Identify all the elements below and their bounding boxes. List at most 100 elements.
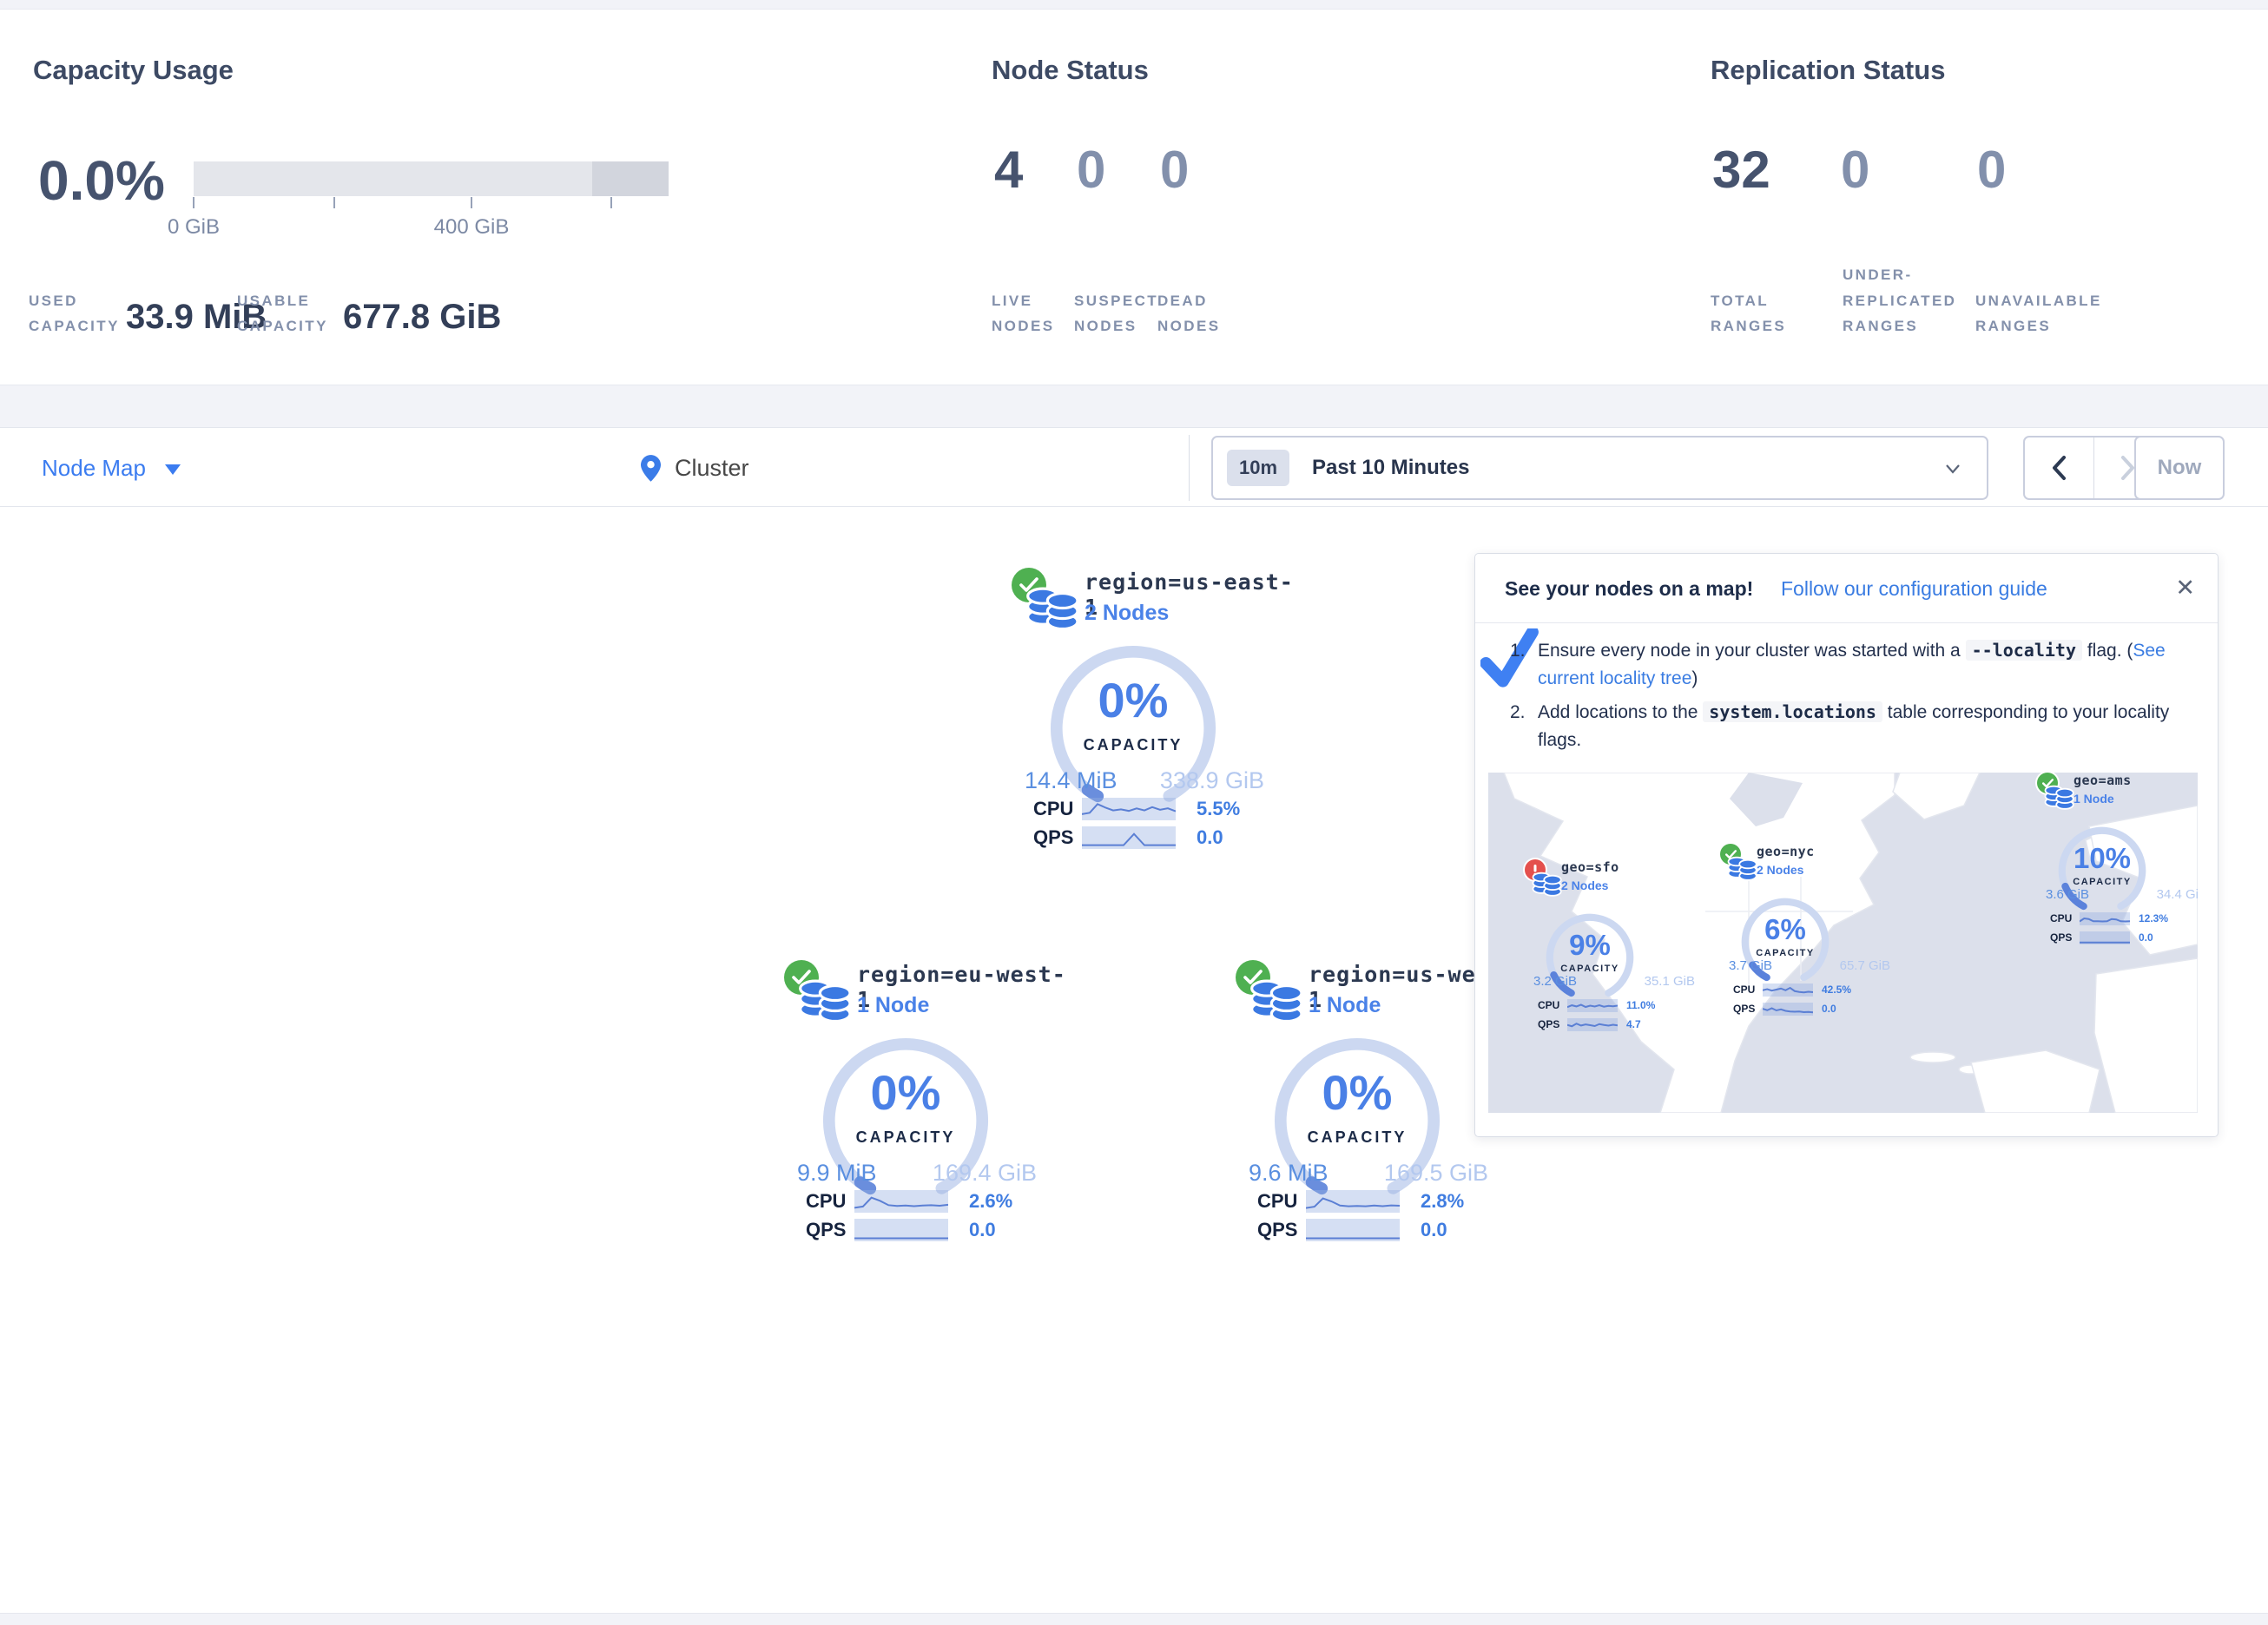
cpu-value: 5.5% [1197, 798, 1240, 820]
capacity-percent: 9% [1542, 929, 1638, 962]
cpu-label: CPU [2050, 912, 2080, 924]
qps-label: QPS [1033, 826, 1082, 849]
qps-label: QPS [806, 1219, 854, 1241]
used-value: 3.7 GiB [1729, 958, 1772, 973]
geo-node-count: 2 Nodes [1561, 878, 1608, 892]
cpu-value: 2.6% [969, 1190, 1012, 1213]
qps-value: 0.0 [969, 1219, 996, 1241]
inline-code: system.locations [1703, 701, 1882, 722]
cpu-sparkline [1763, 984, 1813, 997]
qps-label: QPS [2050, 931, 2080, 944]
axis-tick-label: 0 GiB [124, 215, 263, 240]
geo-label: geo=ams [2074, 773, 2132, 788]
node-map-toolbar: Node Map Cluster 10m Past 10 Minutes Now [0, 427, 2268, 507]
time-back-button[interactable] [2025, 438, 2093, 498]
capacity-percent: 0% [814, 1064, 997, 1121]
location-pin-icon [641, 455, 661, 482]
under-replicated-ranges-label: UNDER- REPLICATED RANGES [1843, 262, 1960, 339]
node-map-canvas: region=us-east-1 2 Nodes 0% CAPACITY 14.… [0, 507, 2268, 1613]
total-capacity-value: 34.4 GiB [2157, 887, 2198, 902]
usable-capacity-value: 677.8 GiB [343, 298, 501, 337]
qps-sparkline [854, 1219, 948, 1241]
dead-nodes-count: 0 [1160, 140, 1189, 200]
now-button[interactable]: Now [2134, 436, 2225, 500]
total-capacity-value: 169.5 GiB [1384, 1160, 1488, 1187]
time-range-badge: 10m [1227, 450, 1289, 486]
inline-code: --locality [1966, 640, 2082, 661]
qps-sparkline [1306, 1219, 1400, 1241]
setup-step-1: 1.Ensure every node in your cluster was … [1510, 637, 2187, 692]
qps-value: 0.0 [2139, 931, 2153, 944]
axis-tick [333, 197, 335, 208]
qps-sparkline [1763, 1003, 1813, 1016]
qps-sparkline [1082, 826, 1176, 849]
cpu-sparkline [1306, 1190, 1400, 1213]
region-node-count-link[interactable]: 2 Nodes [1085, 601, 1169, 626]
total-capacity-value: 169.4 GiB [933, 1160, 1037, 1187]
total-ranges-label: TOTAL RANGES [1711, 288, 1806, 340]
qps-sparkline [2080, 931, 2130, 944]
capacity-other-usage-segment [592, 161, 669, 196]
close-icon[interactable]: ✕ [2175, 575, 2195, 602]
cpu-value: 11.0% [1626, 999, 1655, 1011]
database-icon [1727, 852, 1758, 884]
database-icon [1025, 580, 1081, 635]
step-number: 2. [1510, 699, 1526, 727]
used-value: 9.6 MiB [1249, 1160, 1328, 1187]
cluster-summary-bar: Capacity Usage 0.0% 0 GiB 400 GiB USED C… [0, 9, 2268, 385]
step-text: Ensure every node in your cluster was st… [1538, 641, 1966, 661]
capacity-caption: CAPACITY [1737, 948, 1833, 958]
step-text: ) [1691, 668, 1698, 688]
capacity-caption: CAPACITY [1542, 964, 1638, 974]
used-value: 3.6 GiB [2046, 887, 2089, 902]
chevron-left-icon [2051, 455, 2067, 481]
capacity-percent: 6% [1737, 913, 1833, 946]
total-ranges-count: 32 [1712, 140, 1770, 200]
axis-tick [193, 197, 194, 208]
capacity-caption: CAPACITY [1042, 736, 1224, 754]
capacity-caption: CAPACITY [1266, 1128, 1448, 1147]
capacity-percent: 0% [1266, 1064, 1448, 1121]
capacity-gauge: 10% CAPACITY [2054, 823, 2150, 918]
time-range-label: Past 10 Minutes [1312, 456, 1469, 480]
cpu-label: CPU [1257, 1190, 1306, 1213]
node-status-title: Node Status [992, 55, 1149, 86]
qps-value: 0.0 [1197, 826, 1223, 849]
configuration-guide-link[interactable]: Follow our configuration guide [1781, 577, 2047, 601]
cpu-sparkline [2080, 912, 2130, 925]
cpu-label: CPU [1538, 999, 1567, 1011]
time-range-dropdown[interactable]: 10m Past 10 Minutes [1211, 436, 1988, 500]
total-capacity-value: 65.7 GiB [1840, 958, 1890, 973]
qps-label: QPS [1733, 1003, 1763, 1015]
cpu-sparkline [1082, 798, 1176, 820]
database-icon [1532, 868, 1563, 899]
cpu-value: 2.8% [1421, 1190, 1464, 1213]
qps-label: QPS [1538, 1018, 1567, 1030]
used-value: 14.4 MiB [1025, 767, 1118, 794]
capacity-caption: CAPACITY [2054, 877, 2150, 887]
under-replicated-ranges-count: 0 [1841, 140, 1869, 200]
view-selector-dropdown[interactable]: Node Map [42, 428, 181, 508]
qps-sparkline [1567, 1018, 1618, 1031]
qps-label: QPS [1257, 1219, 1306, 1241]
geo-node-count: 2 Nodes [1757, 863, 1803, 877]
world-map-preview: geo=sfo 2 Nodes 9% CAPACITY 3.2 GiB 35.1… [1488, 773, 2198, 1113]
live-nodes-label: LIVE NODES [992, 288, 1075, 340]
region-node-count-link[interactable]: 1 Node [1309, 993, 1381, 1018]
cpu-label: CPU [1733, 984, 1763, 996]
capacity-usage-title: Capacity Usage [33, 55, 234, 86]
geo-label: geo=sfo [1561, 859, 1619, 875]
suspect-nodes-count: 0 [1077, 140, 1105, 200]
setup-steps: 1.Ensure every node in your cluster was … [1510, 637, 2187, 760]
cpu-label: CPU [1033, 798, 1082, 820]
region-node-count-link[interactable]: 1 Node [857, 993, 929, 1018]
dead-nodes-label: DEAD NODES [1157, 288, 1241, 340]
capacity-used-percent: 0.0% [38, 148, 165, 213]
axis-tick [610, 197, 612, 208]
breadcrumb-label: Cluster [675, 455, 749, 482]
qps-value: 4.7 [1626, 1018, 1641, 1030]
database-icon [2044, 781, 2075, 812]
breadcrumb[interactable]: Cluster [641, 428, 749, 508]
cpu-label: CPU [806, 1190, 854, 1213]
cpu-sparkline [854, 1190, 948, 1213]
